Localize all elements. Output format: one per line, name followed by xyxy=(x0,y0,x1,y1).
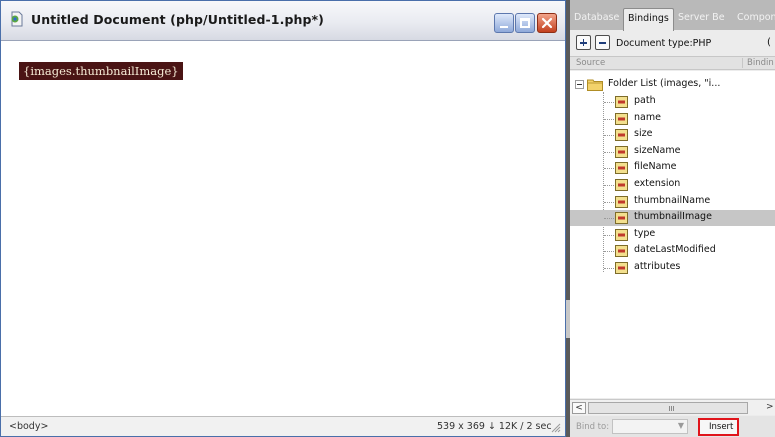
document-type-label: Document type:PHP xyxy=(616,38,712,49)
field-icon xyxy=(615,112,628,125)
tree-connector xyxy=(604,102,614,103)
tree-item[interactable]: sizeName xyxy=(570,144,775,160)
tree-item[interactable]: size xyxy=(570,127,775,143)
insert-button[interactable]: Insert xyxy=(698,418,739,436)
tab-bindings[interactable]: Bindings xyxy=(623,8,674,31)
document-window: Untitled Document (php/Untitled-1.php*) … xyxy=(0,0,566,437)
tree-connector xyxy=(604,201,614,203)
tree-item-label: sizeName xyxy=(634,144,681,156)
column-binding[interactable]: Bindin xyxy=(742,58,774,68)
bindings-panel: Database Bindings Server Be Compone Docu… xyxy=(570,0,775,437)
minimize-icon xyxy=(500,26,508,28)
document-titlebar[interactable]: Untitled Document (php/Untitled-1.php*) xyxy=(1,1,565,41)
remove-binding-button[interactable] xyxy=(595,35,610,50)
tree-connector xyxy=(604,268,614,269)
scroll-right-button[interactable]: > xyxy=(766,402,774,412)
bindings-tree: Folder List (images, "i... path name size s… xyxy=(570,71,775,398)
tree-connector xyxy=(604,251,614,253)
collapse-icon[interactable] xyxy=(575,80,584,89)
document-title: Untitled Document (php/Untitled-1.php*) xyxy=(31,12,324,27)
bindings-toolbar: Document type:PHP ( xyxy=(570,31,775,55)
tree-item[interactable]: extension xyxy=(570,177,775,193)
tree-item[interactable]: type xyxy=(570,227,775,243)
tree-root-label: Folder List (images, "i... xyxy=(608,78,721,89)
field-icon xyxy=(615,195,628,208)
maximize-icon xyxy=(520,18,530,28)
tree-item[interactable]: thumbnailName xyxy=(570,194,775,210)
tree-item[interactable]: attributes xyxy=(570,260,775,276)
resize-grip-icon[interactable] xyxy=(551,423,561,433)
window-size-status[interactable]: 539 x 369 ↓ 12K / 2 sec xyxy=(437,421,552,432)
panel-tabbar: Database Bindings Server Be Compone xyxy=(570,0,775,31)
chevron-down-icon: ▼ xyxy=(677,421,684,430)
tree-item-label: type xyxy=(634,227,656,239)
bindings-footer: Bind to: ▼ Insert xyxy=(570,416,775,437)
scroll-left-button[interactable]: < xyxy=(572,402,586,414)
field-icon xyxy=(615,162,628,175)
toolbar-overflow-text: ( xyxy=(767,37,771,48)
field-icon xyxy=(615,179,628,191)
tree-item-label: dateLastModified xyxy=(634,244,716,256)
field-icon xyxy=(615,228,628,241)
field-icon xyxy=(615,96,628,108)
close-button[interactable] xyxy=(537,13,557,33)
field-icon xyxy=(615,212,628,225)
bind-to-select[interactable]: ▼ xyxy=(612,419,688,434)
bind-to-label: Bind to: xyxy=(576,422,610,432)
tree-root-folder-list[interactable]: Folder List (images, "i... xyxy=(570,77,775,93)
field-icon xyxy=(615,145,628,158)
maximize-button[interactable] xyxy=(515,13,535,33)
scroll-thumb[interactable] xyxy=(588,402,748,414)
tree-item[interactable]: path xyxy=(570,94,775,110)
folder-icon xyxy=(587,79,603,91)
tree-item[interactable]: fileName xyxy=(570,160,775,176)
tree-connector xyxy=(604,185,614,186)
document-file-icon xyxy=(11,11,23,27)
tree-connector xyxy=(604,234,614,236)
close-icon xyxy=(541,17,553,29)
tree-item-label: name xyxy=(634,111,661,123)
tree-connector xyxy=(604,135,614,137)
tree-item-label: thumbnailImage xyxy=(634,211,712,223)
tree-connector xyxy=(604,151,614,153)
minus-icon xyxy=(599,42,606,44)
add-binding-button[interactable] xyxy=(576,35,591,50)
field-icon xyxy=(615,262,628,274)
tree-item[interactable]: name xyxy=(570,111,775,127)
tree-item-label: size xyxy=(634,128,653,140)
bindings-column-header: Source Bindin xyxy=(570,56,775,70)
tab-components[interactable]: Compone xyxy=(733,8,775,30)
tree-connector xyxy=(604,118,614,120)
dynamic-text-placeholder[interactable]: {images.thumbnailImage} xyxy=(19,62,183,80)
insert-button-label: Insert xyxy=(709,422,734,432)
tag-selector-body[interactable]: <body> xyxy=(9,421,48,432)
tab-databases[interactable]: Database xyxy=(570,8,623,30)
tree-connector xyxy=(604,168,614,170)
app-window: Untitled Document (php/Untitled-1.php*) … xyxy=(0,0,775,437)
minimize-button[interactable] xyxy=(494,13,514,33)
horizontal-scrollbar[interactable]: < > xyxy=(570,399,775,415)
tree-item-label: attributes xyxy=(634,261,681,272)
tree-item-label: extension xyxy=(634,178,681,189)
tree-item-label: path xyxy=(634,95,656,106)
tree-connector xyxy=(604,218,614,220)
tree-item[interactable]: thumbnailImage xyxy=(570,210,775,227)
status-bar: <body> 539 x 369 ↓ 12K / 2 sec xyxy=(1,416,565,436)
design-view[interactable]: {images.thumbnailImage} xyxy=(1,42,565,412)
tree-item-label: thumbnailName xyxy=(634,194,711,206)
field-icon xyxy=(615,245,628,258)
field-icon xyxy=(615,129,628,142)
tab-server-behaviors[interactable]: Server Be xyxy=(674,8,729,30)
tree-item-label: fileName xyxy=(634,161,677,173)
tree-item[interactable]: dateLastModified xyxy=(570,243,775,259)
column-source[interactable]: Source xyxy=(576,58,605,68)
